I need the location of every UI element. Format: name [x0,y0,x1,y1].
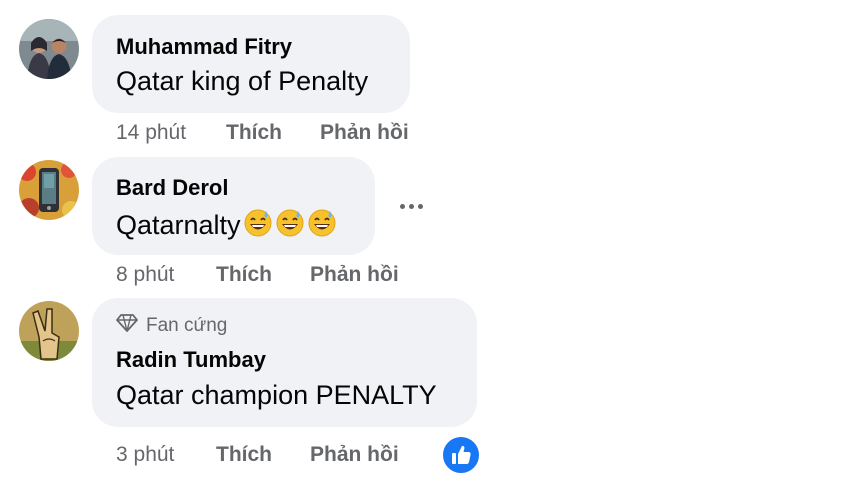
comment-text: Qatar champion PENALTY [116,380,437,410]
grinning-sweat-emoji [307,208,337,245]
diamond-icon [116,314,138,338]
avatar[interactable] [19,301,79,361]
reply-button[interactable]: Phản hồi [320,121,409,145]
grinning-sweat-emoji [243,208,273,245]
comment-time[interactable]: 14 phút [116,121,186,145]
like-button[interactable]: Thích [226,121,282,145]
avatar[interactable] [19,19,79,79]
reply-button[interactable]: Phản hồi [310,443,399,467]
grinning-sweat-emoji [275,208,305,245]
like-button[interactable]: Thích [216,443,272,467]
reply-button[interactable]: Phản hồi [310,263,399,287]
comment-author[interactable]: Muhammad Fitry [116,34,292,60]
comment-text: Qatarnalty [116,208,337,245]
like-thumb-icon[interactable] [440,434,482,476]
comment-author[interactable]: Radin Tumbay [116,347,266,373]
top-fan-badge: Fan cứng [116,314,227,338]
comment-text: Qatar king of Penalty [116,66,369,96]
avatar[interactable] [19,160,79,220]
comment-bubble [92,15,410,113]
comment-time[interactable]: 8 phút [116,263,174,287]
comment-text-value: Qatarnalty [116,210,241,240]
like-button[interactable]: Thích [216,263,272,287]
comment-time[interactable]: 3 phút [116,443,174,467]
top-fan-label: Fan cứng [146,315,228,336]
comment-author[interactable]: Bard Derol [116,175,228,201]
more-dots-icon[interactable] [400,204,423,209]
